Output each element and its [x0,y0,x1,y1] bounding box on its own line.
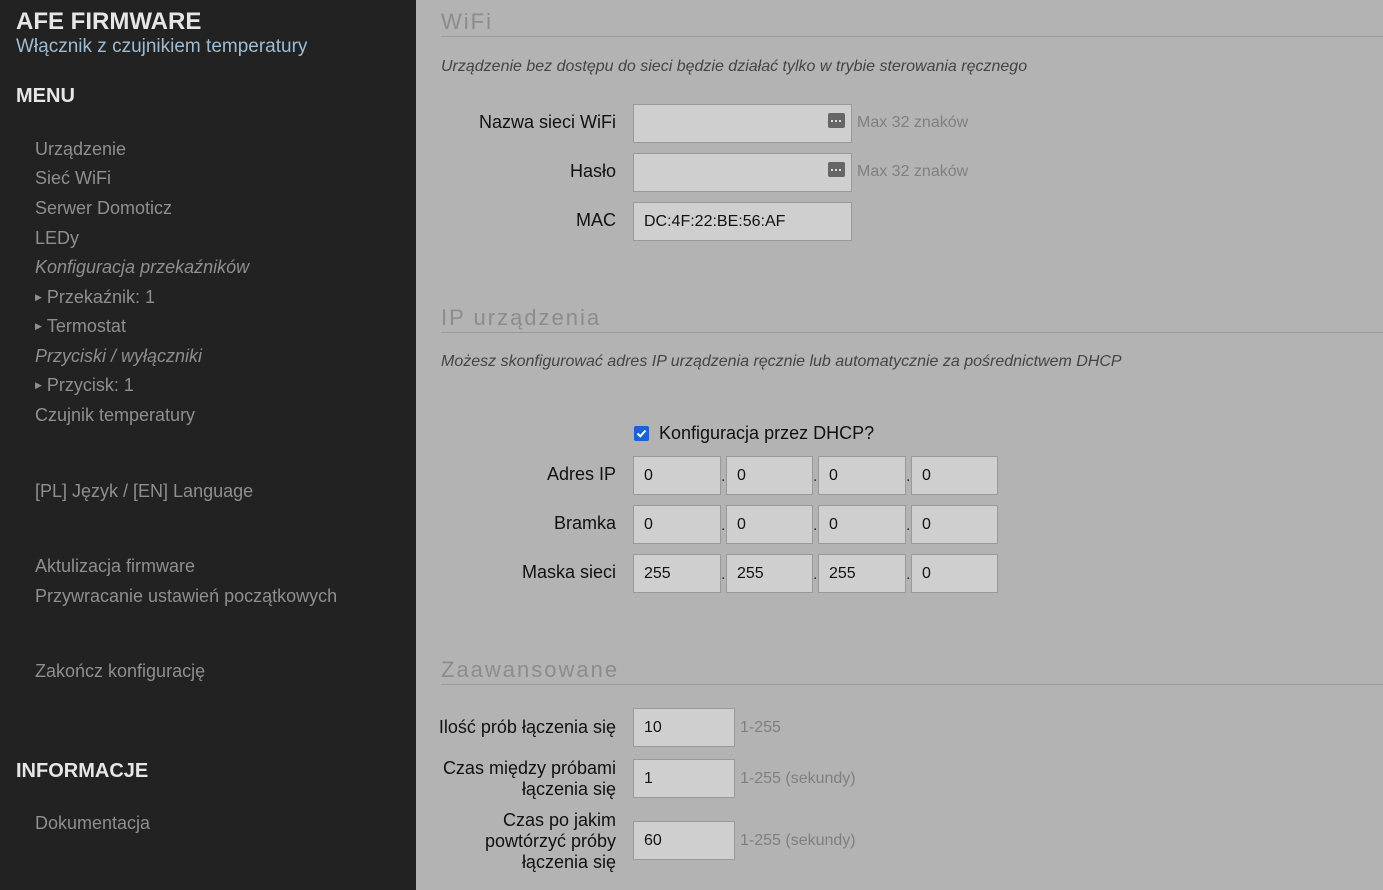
octet-separator: . [906,566,911,583]
section-description-wifi: Urządzenie bez dostępu do sieci będzie d… [441,58,1028,75]
retry-after-label-line-1: Czas po jakim [502,810,616,830]
connection-attempts-hint: 1-255 [740,719,781,736]
attempt-delay-input[interactable] [633,759,735,798]
password-label: Hasło [569,161,616,181]
dhcp-checkbox[interactable] [634,426,649,441]
octet-separator: . [813,468,818,485]
sidebar-group-przekazniki: Konfiguracja przekaźników [35,257,250,277]
triangle-bullet-icon: ▶ [35,321,42,331]
octet-separator: . [721,468,726,485]
ssid-label: Nazwa sieci WiFi [478,112,616,132]
mask-octet-4[interactable] [911,554,998,593]
octet-separator: . [906,468,911,485]
section-title-ip: IP urządzenia [441,305,602,330]
ssid-hint: Max 32 znaków [857,114,969,131]
sidebar-item-przycisk-1[interactable]: ▶ Przycisk: 1 [35,375,134,396]
sidebar-item-language[interactable]: [PL] Język / [EN] Language [35,481,253,502]
sidebar-item-ledy[interactable]: LEDy [35,228,79,249]
gateway-octet-4[interactable] [911,505,998,544]
attempt-delay-label-line-2: łączenia się [521,779,616,799]
section-description-ip: Możesz skonfigurować adres IP urządzenia… [441,353,1122,370]
octet-separator: . [813,517,818,534]
retry-after-label-line-3: łączenia się [521,852,616,872]
sidebar-item-label: Termostat [46,316,126,336]
info-heading: INFORMACJE [16,760,149,782]
sidebar-item-przekaznik-1[interactable]: ▶ Przekaźnik: 1 [35,287,155,308]
brand-title: AFE FIRMWARE [16,8,202,35]
ip-octet-2[interactable] [726,456,813,495]
retry-after-label: Czas po jakim powtórzyć próby łączenia s… [485,810,616,873]
sidebar-item-label: Przekaźnik: 1 [46,287,155,307]
sidebar-item-label: Przycisk: 1 [46,375,134,395]
password-manager-icon[interactable] [828,113,845,128]
sidebar-item-siec-wifi[interactable]: Sieć WiFi [35,168,111,189]
section-divider [441,684,1383,685]
sidebar-item-urzadzenie[interactable]: Urządzenie [35,139,126,160]
device-subtitle: Włącznik z czujnikiem temperatury [16,36,308,57]
sidebar-item-factory-reset[interactable]: Przywracanie ustawień początkowych [35,586,337,607]
sidebar-group-przyciski: Przyciski / wyłączniki [35,346,203,366]
mask-octet-1[interactable] [633,554,721,593]
password-manager-icon[interactable] [828,162,845,177]
octet-separator: . [721,566,726,583]
connection-attempts-input[interactable] [633,708,735,747]
mask-octet-2[interactable] [726,554,813,593]
dhcp-label[interactable]: Konfiguracja przez DHCP? [659,423,874,444]
sidebar-item-finish-config[interactable]: Zakończ konfigurację [35,661,205,682]
sidebar: AFE FIRMWARE Włącznik z czujnikiem tempe… [0,0,416,890]
attempt-delay-label-line-1: Czas między próbami [442,758,616,778]
sidebar-item-firmware-update[interactable]: Aktulizacja firmware [35,556,195,577]
gateway-label: Bramka [553,513,616,533]
password-input[interactable] [633,153,852,192]
ip-octet-3[interactable] [818,456,906,495]
attempt-delay-label: Czas między próbami łączenia się [443,758,616,800]
sidebar-item-dokumentacja[interactable]: Dokumentacja [35,813,150,834]
main-content: WiFi Urządzenie bez dostępu do sieci będ… [416,0,1383,890]
sidebar-item-czujnik-temperatury[interactable]: Czujnik temperatury [35,405,195,426]
gateway-octet-3[interactable] [818,505,906,544]
octet-separator: . [721,517,726,534]
section-divider [441,36,1383,37]
mask-octet-3[interactable] [818,554,906,593]
gateway-octet-1[interactable] [633,505,721,544]
triangle-bullet-icon: ▶ [35,380,42,390]
ip-octet-4[interactable] [911,456,998,495]
ip-octet-1[interactable] [633,456,721,495]
checkmark-icon [636,429,647,438]
section-title-wifi: WiFi [441,9,493,34]
octet-separator: . [906,517,911,534]
connection-attempts-label: Ilość prób łączenia się [438,717,616,737]
sidebar-item-serwer-domoticz[interactable]: Serwer Domoticz [35,198,172,219]
password-hint: Max 32 znaków [857,163,969,180]
attempt-delay-hint: 1-255 (sekundy) [740,770,856,787]
triangle-bullet-icon: ▶ [35,292,42,302]
retry-after-label-line-2: powtórzyć próby [484,831,616,851]
octet-separator: . [813,566,818,583]
subnet-mask-label: Maska sieci [521,562,616,582]
mac-field[interactable] [633,202,852,241]
ssid-input[interactable] [633,104,852,143]
sidebar-item-termostat[interactable]: ▶ Termostat [35,316,126,337]
retry-after-hint: 1-255 (sekundy) [740,832,856,849]
section-title-advanced: Zaawansowane [441,657,620,682]
ip-address-label: Adres IP [546,464,616,484]
gateway-octet-2[interactable] [726,505,813,544]
section-divider [441,332,1383,333]
menu-heading: MENU [16,85,75,107]
retry-after-input[interactable] [633,821,735,860]
mac-label: MAC [576,210,616,230]
